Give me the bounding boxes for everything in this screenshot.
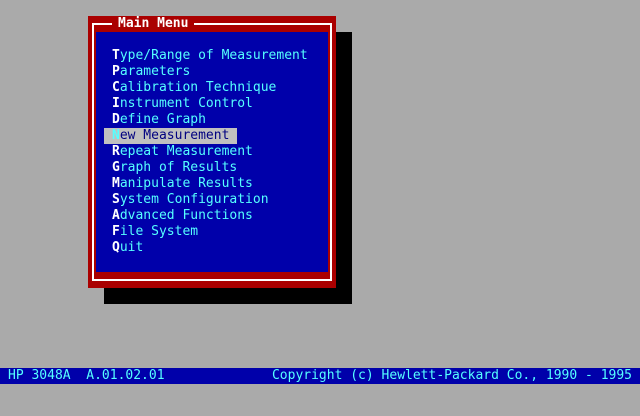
menu-item-hotkey: I	[112, 96, 120, 111]
menu-item-label: ype/Range of Measurement	[119, 48, 308, 63]
product-version: HP 3048A A.01.02.01	[8, 368, 165, 383]
menu-item-label: anipulate Results	[119, 176, 253, 191]
copyright-notice: Copyright (c) Hewlett-Packard Co., 1990 …	[271, 368, 632, 383]
menu-item-hotkey: R	[112, 144, 120, 159]
status-bar: HP 3048A A.01.02.01 Copyright (c) Hewlet…	[0, 368, 640, 384]
menu-item-label: arameters	[119, 64, 191, 79]
menu-item-label: uit	[119, 240, 144, 255]
menu-item-hotkey: S	[112, 192, 120, 207]
menu-item-new-measurement[interactable]: New Measurement	[104, 128, 238, 144]
menu-item-hotkey: C	[112, 80, 120, 95]
menu-item-hotkey: G	[112, 160, 120, 175]
menu-item-label: nstrument Control	[119, 96, 253, 111]
menu-item-label: ystem Configuration	[119, 192, 269, 207]
menu-title: Main Menu	[112, 16, 195, 32]
menu-item-label: dvanced Functions	[119, 208, 253, 223]
menu-item-hotkey: A	[112, 208, 120, 223]
menu-item-label: alibration Technique	[119, 80, 277, 95]
menu-item-manipulate-results[interactable]: Manipulate Results	[104, 176, 261, 192]
menu-item-advanced-functions[interactable]: Advanced Functions	[104, 208, 261, 224]
menu-item-hotkey: M	[112, 176, 120, 191]
menu-item-hotkey: T	[112, 48, 120, 63]
menu-item-label: ew Measurement	[119, 128, 230, 143]
menu-item-instrument-control[interactable]: Instrument Control	[104, 96, 261, 112]
menu-item-calibration[interactable]: Calibration Technique	[104, 80, 284, 96]
menu-item-label: raph of Results	[119, 160, 238, 175]
menu-item-system-configuration[interactable]: System Configuration	[104, 192, 277, 208]
main-menu-list: Type/Range of Measurement Parameters Cal…	[104, 48, 316, 256]
menu-item-hotkey: P	[112, 64, 120, 79]
menu-item-hotkey: F	[112, 224, 120, 239]
menu-item-define-graph[interactable]: Define Graph	[104, 112, 214, 128]
menu-item-file-system[interactable]: File System	[104, 224, 206, 240]
menu-item-quit[interactable]: Quit	[104, 240, 151, 256]
menu-item-label: epeat Measurement	[119, 144, 253, 159]
menu-item-repeat-measurement[interactable]: Repeat Measurement	[104, 144, 261, 160]
menu-item-hotkey: Q	[112, 240, 120, 255]
menu-item-parameters[interactable]: Parameters	[104, 64, 198, 80]
menu-item-label: ile System	[119, 224, 199, 239]
menu-item-graph-of-results[interactable]: Graph of Results	[104, 160, 245, 176]
menu-item-hotkey: D	[112, 112, 120, 127]
menu-item-label: efine Graph	[119, 112, 206, 127]
menu-item-hotkey: N	[112, 128, 120, 143]
menu-item-type-range[interactable]: Type/Range of Measurement	[104, 48, 316, 64]
